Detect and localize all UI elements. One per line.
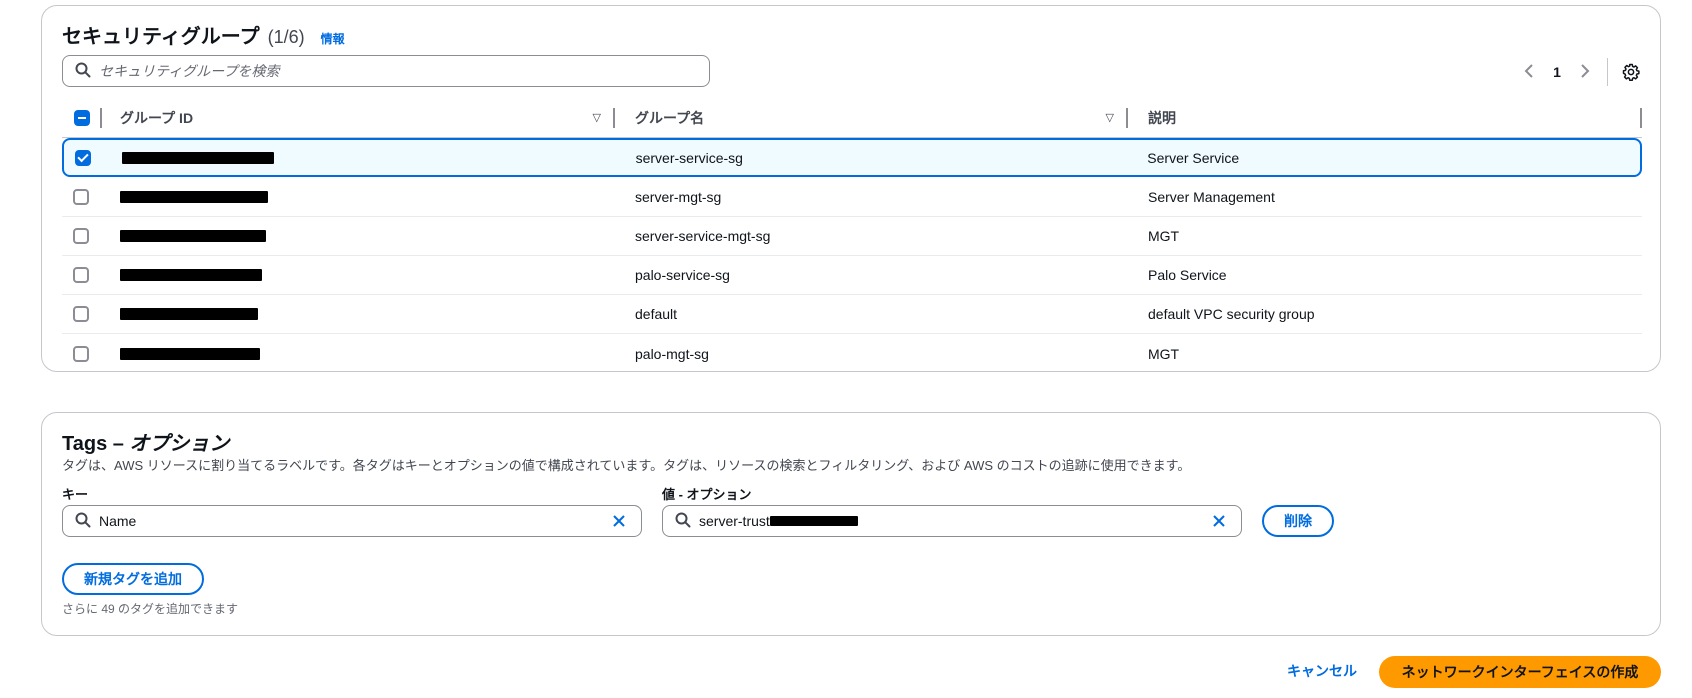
search-icon xyxy=(675,512,691,531)
tag-key-field[interactable]: Name xyxy=(62,505,642,537)
column-resizer[interactable] xyxy=(1640,107,1642,128)
description-cell: MGT xyxy=(1148,345,1180,362)
search-icon xyxy=(75,62,91,81)
redacted-group-id xyxy=(120,230,266,242)
sort-icon[interactable]: ▽ xyxy=(593,111,601,124)
security-groups-title: セキュリティグループ xyxy=(62,26,260,48)
tag-key-value[interactable]: Name xyxy=(99,513,609,529)
prev-page-icon[interactable] xyxy=(1515,62,1543,83)
description-cell: Server Service xyxy=(1147,149,1240,166)
description-cell: MGT xyxy=(1148,228,1180,244)
description-cell: default VPC security group xyxy=(1148,306,1315,322)
row-checkbox[interactable] xyxy=(73,189,89,205)
table-row[interactable]: server-service-sg Server Service xyxy=(62,138,1642,177)
security-groups-header: セキュリティグループ (1/6) 情報 xyxy=(62,20,345,49)
group-name-cell: palo-mgt-sg xyxy=(635,345,709,362)
pager-divider xyxy=(1607,58,1608,86)
add-tag-button[interactable]: 新規タグを追加 xyxy=(62,563,204,595)
next-page-icon[interactable] xyxy=(1571,62,1599,83)
value-label: 値 - オプション xyxy=(662,487,752,502)
table-row[interactable]: server-mgt-sg Server Management xyxy=(62,178,1642,217)
group-name-cell: default xyxy=(635,306,678,322)
redacted-group-id xyxy=(120,308,258,320)
column-header-group-id[interactable]: グループ ID ▽ xyxy=(102,98,615,138)
tag-value-field[interactable]: server-trust xyxy=(662,505,1242,537)
tag-value-text: server-trust xyxy=(699,513,770,529)
redacted-group-id xyxy=(121,151,274,164)
search-icon xyxy=(75,512,91,531)
security-groups-count: (1/6) xyxy=(267,27,305,47)
redacted-group-id xyxy=(120,347,260,360)
row-checkbox[interactable] xyxy=(73,306,89,322)
row-checkbox[interactable] xyxy=(73,345,89,362)
security-groups-panel: セキュリティグループ (1/6) 情報 1 グループ ID xyxy=(41,5,1661,372)
description-cell: Server Management xyxy=(1148,189,1275,205)
table-row[interactable]: palo-service-sg Palo Service xyxy=(62,256,1642,295)
select-all-checkbox[interactable] xyxy=(74,109,90,126)
table-row[interactable]: default default VPC security group xyxy=(62,295,1642,334)
tags-description: タグは、AWS リソースに割り当てるラベルです。各タグはキーとオプションの値で構… xyxy=(62,458,1191,473)
group-name-cell: server-mgt-sg xyxy=(635,189,722,205)
tag-value-value[interactable]: server-trust xyxy=(699,513,1209,529)
group-name-cell: server-service-mgt-sg xyxy=(635,228,771,244)
table-header: グループ ID ▽ グループ名 ▽ 説明 xyxy=(62,98,1642,138)
security-group-search[interactable] xyxy=(62,55,710,87)
search-input[interactable] xyxy=(99,63,679,79)
remove-tag-button[interactable]: 削除 xyxy=(1262,505,1334,537)
tags-title-suffix: オプション xyxy=(129,433,230,455)
column-header-group-name[interactable]: グループ名 ▽ xyxy=(615,98,1128,138)
cancel-button[interactable]: キャンセル xyxy=(1287,661,1357,681)
group-name-cell: palo-service-sg xyxy=(635,267,730,283)
tags-panel: Tags – オプション タグは、AWS リソースに割り当てるラベルです。各タグ… xyxy=(41,412,1661,636)
table-row[interactable]: server-service-mgt-sg MGT xyxy=(62,217,1642,256)
group-name-cell: server-service-sg xyxy=(635,149,743,166)
gear-icon[interactable] xyxy=(1620,61,1642,83)
page-number[interactable]: 1 xyxy=(1543,64,1571,80)
description-cell: Palo Service xyxy=(1148,267,1227,283)
create-network-interface-button[interactable]: ネットワークインターフェイスの作成 xyxy=(1379,656,1661,688)
column-header-label: グループ ID xyxy=(120,109,194,126)
security-groups-table: グループ ID ▽ グループ名 ▽ 説明 server-service-sg S… xyxy=(62,98,1642,373)
row-checkbox[interactable] xyxy=(73,228,89,244)
clear-icon[interactable] xyxy=(1209,511,1229,531)
tags-title: Tags – オプション xyxy=(62,427,229,456)
column-header-label: 説明 xyxy=(1148,109,1176,126)
redacted-group-id xyxy=(120,269,262,281)
column-header-description[interactable]: 説明 xyxy=(1128,98,1642,138)
redacted-tag-value xyxy=(769,516,858,526)
row-checkbox[interactable] xyxy=(75,149,91,166)
header-checkbox-cell xyxy=(62,98,102,138)
key-label: キー xyxy=(62,487,89,502)
tags-title-prefix: Tags – xyxy=(62,433,124,455)
pagination: 1 xyxy=(1515,58,1642,86)
sort-icon[interactable]: ▽ xyxy=(1106,111,1114,124)
tag-limit-hint: さらに 49 のタグを追加できます xyxy=(62,602,239,616)
column-header-label: グループ名 xyxy=(635,109,705,126)
table-row[interactable]: palo-mgt-sg MGT xyxy=(62,334,1642,373)
row-checkbox[interactable] xyxy=(73,267,89,283)
clear-icon[interactable] xyxy=(609,511,629,531)
redacted-group-id xyxy=(120,191,268,203)
info-link[interactable]: 情報 xyxy=(321,30,345,47)
